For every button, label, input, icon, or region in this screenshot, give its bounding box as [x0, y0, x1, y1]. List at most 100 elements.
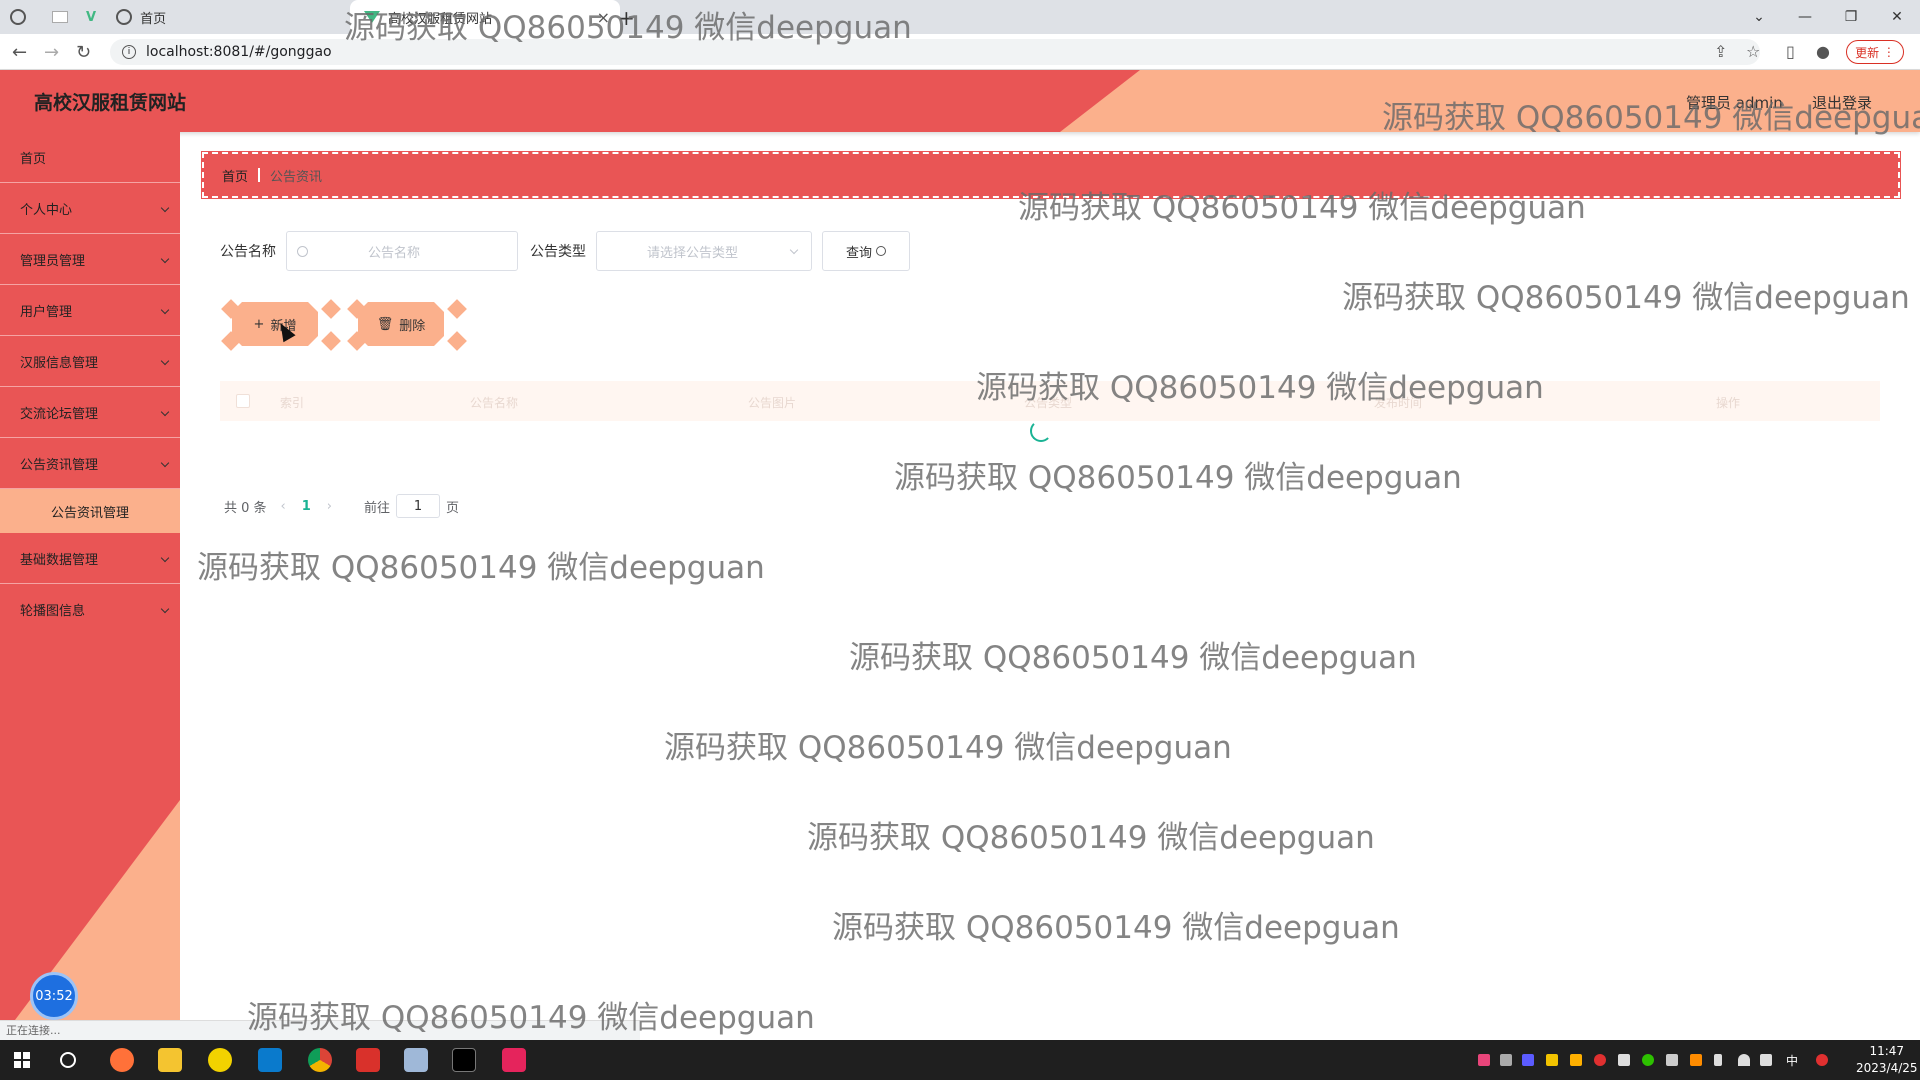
taskbar-clock[interactable]: 11:47 2023/4/25	[1856, 1043, 1918, 1077]
browser-tab-home[interactable]: V 首页	[10, 0, 340, 34]
tray-icon[interactable]	[1546, 1054, 1558, 1066]
battery-icon	[1714, 1054, 1722, 1066]
restore-icon[interactable]: ❐	[1828, 0, 1874, 34]
tray-icon[interactable]	[1816, 1054, 1828, 1066]
search-icon	[297, 245, 308, 257]
query-label: 查询	[845, 245, 872, 261]
back-arrow-icon[interactable]: ←	[12, 42, 27, 63]
sidebar-item-label: 首页	[20, 151, 47, 167]
recording-timer[interactable]: 03:52	[30, 972, 78, 1020]
sidebar-subitem-label: 公告资讯管理	[50, 505, 129, 521]
reload-icon[interactable]: ↻	[76, 42, 91, 63]
notice-type-select[interactable]: 请选择公告类型	[596, 231, 812, 271]
sidebar-item-hanfu[interactable]: 汉服信息管理	[0, 336, 180, 387]
pagination: 共 0 条 ‹ 1 › 前往 1 页	[224, 494, 459, 518]
ime-indicator[interactable]: 中	[1786, 1052, 1798, 1069]
close-window-icon[interactable]: ✕	[1874, 0, 1920, 34]
notice-type-label: 公告类型	[530, 244, 586, 260]
notes-icon[interactable]	[404, 1048, 428, 1072]
site-info-icon[interactable]: i	[122, 45, 136, 59]
file-explorer-icon[interactable]	[158, 1048, 182, 1072]
watermark-text: 源码获取 QQ86050149 微信deepguan	[807, 820, 1375, 856]
chevron-down-icon	[160, 356, 170, 366]
sidebar-item-label: 个人中心	[20, 202, 73, 218]
sidebar-item-users[interactable]: 用户管理	[0, 285, 180, 336]
vscode-icon[interactable]	[258, 1048, 282, 1072]
tray-icon[interactable]	[1690, 1054, 1702, 1066]
page-number[interactable]: 1	[302, 499, 311, 514]
goto-label: 前往	[364, 500, 391, 516]
delete-button[interactable]: 🗑 删除	[358, 302, 444, 346]
tab-search-icon[interactable]: ⌄	[1736, 0, 1782, 34]
browser-update-button[interactable]: 更新 ⋮	[1846, 40, 1904, 64]
sidebar-item-home[interactable]: 首页	[0, 132, 180, 183]
sidepanel-icon[interactable]: ▯	[1786, 42, 1795, 61]
tray-icon[interactable]	[1570, 1054, 1582, 1066]
chrome-icon[interactable]	[308, 1048, 332, 1072]
watermark-text: 源码获取 QQ86050149 微信deepguan	[247, 1000, 815, 1036]
sidebar-subitem-notices[interactable]: 公告资讯管理	[0, 489, 180, 533]
search-icon[interactable]	[60, 1052, 76, 1068]
address-bar: ← → ↻ i localhost:8081/#/gonggao ⇪ ☆ ▯ ●	[0, 34, 1920, 70]
chevron-down-icon	[160, 407, 170, 417]
terminal-icon[interactable]	[452, 1048, 476, 1072]
app-icon[interactable]	[208, 1048, 232, 1072]
tray-icon[interactable]	[1478, 1054, 1490, 1066]
chevron-down-icon	[160, 203, 170, 213]
globe-icon	[116, 9, 133, 25]
forward-arrow-icon[interactable]: →	[44, 42, 59, 63]
minimize-icon[interactable]: —	[1782, 0, 1828, 34]
bookmark-star-icon[interactable]: ☆	[1746, 42, 1760, 61]
add-button[interactable]: + 新增	[232, 302, 318, 346]
os-taskbar: 中 11:47 2023/4/25	[0, 1040, 1920, 1080]
url-text: localhost:8081/#/gonggao	[146, 44, 332, 60]
sidebar-item-label: 汉服信息管理	[20, 355, 99, 371]
tab-placeholder-icon	[52, 11, 68, 23]
volume-icon[interactable]	[1760, 1054, 1772, 1066]
sidebar-item-profile[interactable]: 个人中心	[0, 183, 180, 234]
column-header: 操作	[1716, 396, 1741, 410]
button-decoration	[447, 299, 467, 319]
browser-tab-bar: V 首页 高校汉服租赁网站 × + ⌄ — ❐ ✕	[0, 0, 1920, 34]
sidebar-item-label: 轮播图信息	[20, 604, 86, 619]
sidebar-item-basedata[interactable]: 基础数据管理	[0, 533, 180, 584]
tray-icon[interactable]	[1594, 1054, 1606, 1066]
watermark-text: 源码获取 QQ86050149 微信deepguan	[849, 640, 1417, 676]
next-page-icon[interactable]: ›	[327, 499, 332, 514]
tray-icon[interactable]	[1666, 1054, 1678, 1066]
windows-start-icon[interactable]	[14, 1052, 30, 1068]
watermark-text: 源码获取 QQ86050149 微信deepguan	[1342, 280, 1910, 316]
search-form: 公告名称 公告名称 公告类型 请选择公告类型 查询	[220, 231, 910, 271]
sidebar-item-label: 交流论坛管理	[20, 406, 99, 422]
query-button[interactable]: 查询	[822, 231, 910, 271]
share-icon[interactable]: ⇪	[1714, 42, 1727, 61]
tray-icon[interactable]	[1618, 1054, 1630, 1066]
firefox-icon[interactable]	[110, 1048, 134, 1072]
tray-icon[interactable]	[1522, 1054, 1534, 1066]
search-icon	[876, 246, 886, 256]
wps-icon[interactable]	[356, 1048, 380, 1072]
watermark-text: 源码获取 QQ86050149 微信deepguan	[1382, 100, 1920, 136]
notice-name-placeholder: 公告名称	[368, 245, 421, 261]
breadcrumb-home[interactable]: 首页	[222, 166, 248, 185]
sidebar-item-label: 公告资讯管理	[20, 457, 99, 473]
prev-page-icon[interactable]: ‹	[281, 499, 286, 514]
wechat-icon[interactable]	[1642, 1054, 1654, 1066]
watermark-text: 源码获取 QQ86050149 微信deepguan	[976, 370, 1544, 406]
tray-icon[interactable]	[1500, 1054, 1512, 1066]
select-all-checkbox[interactable]	[236, 394, 250, 408]
delete-label: 删除	[399, 318, 426, 334]
sidebar-item-notices[interactable]: 公告资讯管理	[0, 438, 180, 489]
notice-type-placeholder: 请选择公告类型	[647, 245, 739, 261]
intellij-icon[interactable]	[502, 1048, 526, 1072]
clock-date: 2023/4/25	[1856, 1061, 1918, 1075]
goto-page-input[interactable]: 1	[396, 494, 441, 518]
profile-icon[interactable]: ●	[1816, 42, 1830, 61]
sidebar-item-admins[interactable]: 管理员管理	[0, 234, 180, 285]
chevron-down-icon	[160, 458, 170, 468]
notice-name-input[interactable]: 公告名称	[286, 231, 518, 271]
sidebar-item-carousel[interactable]: 轮播图信息	[0, 584, 180, 635]
button-decoration	[321, 299, 341, 319]
wifi-icon[interactable]	[1738, 1054, 1750, 1066]
sidebar-item-forum[interactable]: 交流论坛管理	[0, 387, 180, 438]
